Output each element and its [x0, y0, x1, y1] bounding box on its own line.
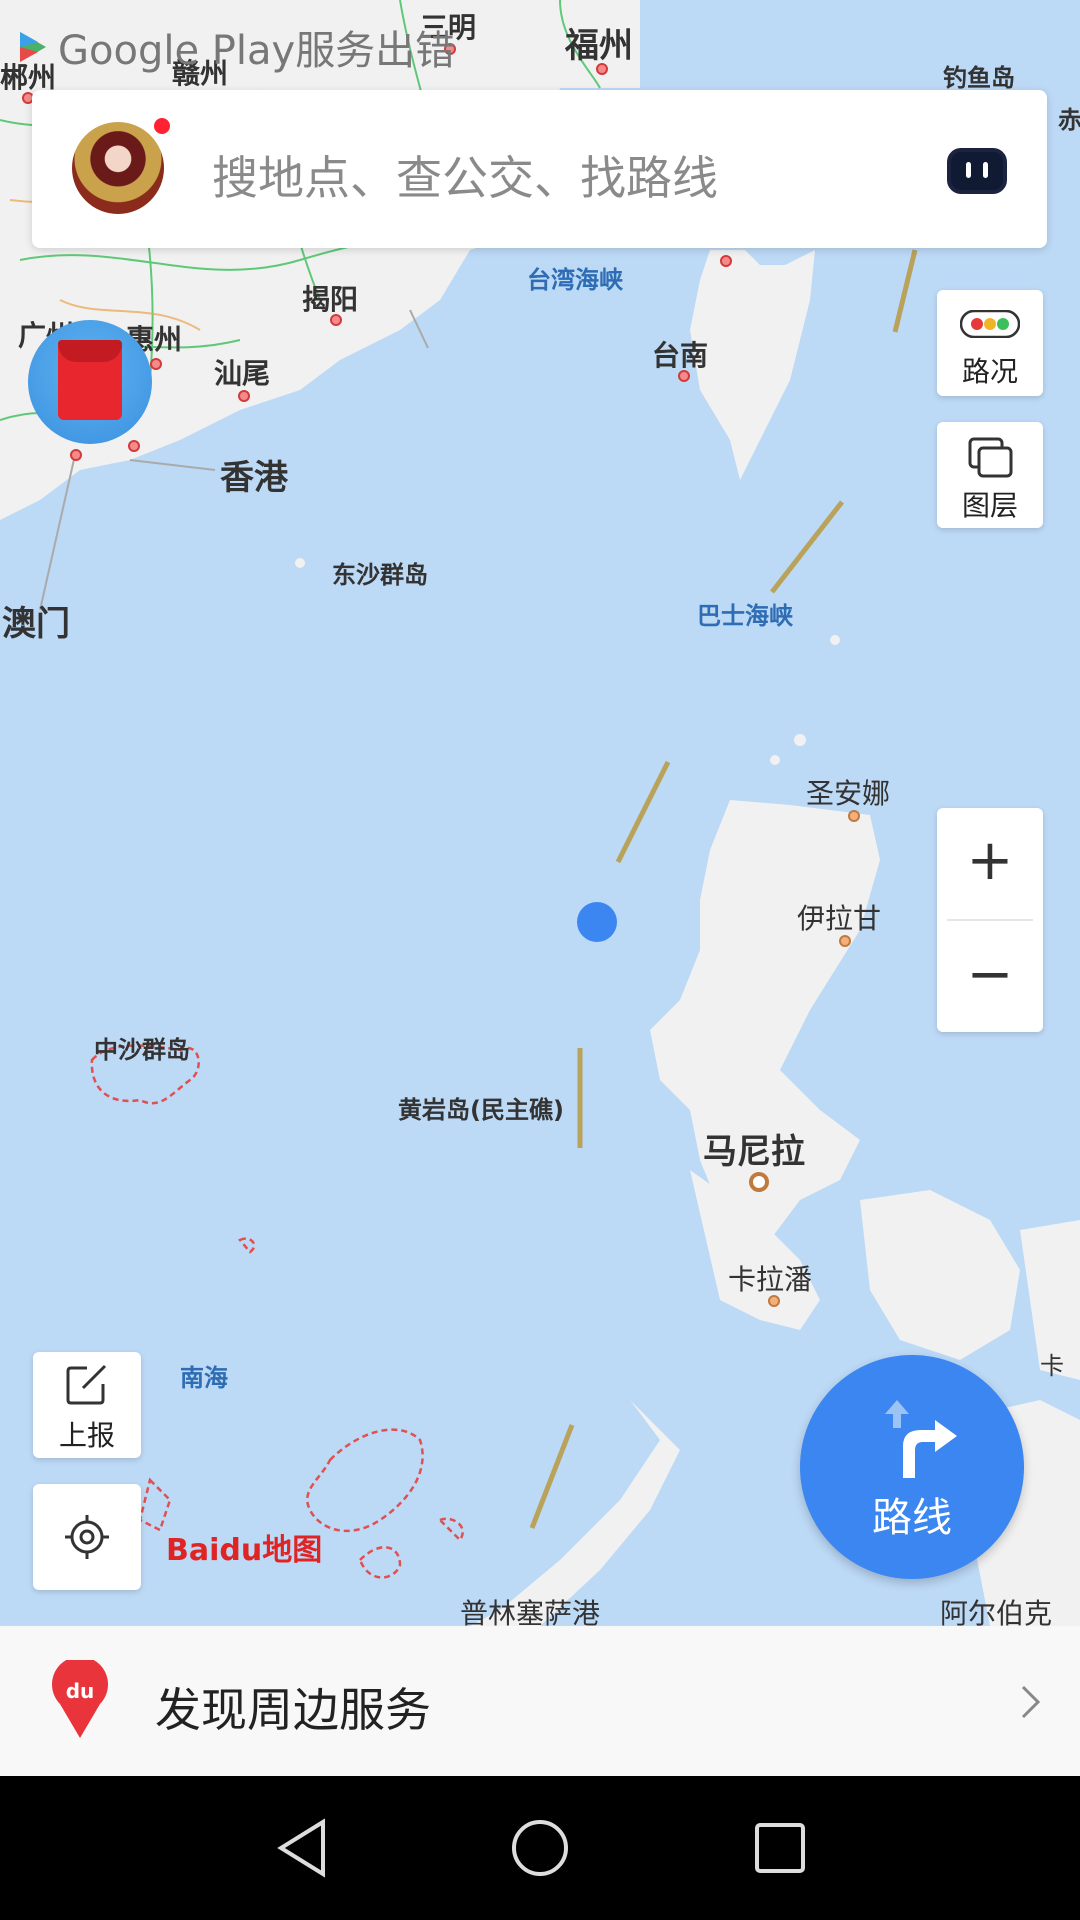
map-label: 卡 — [1040, 1352, 1064, 1380]
map-label: 马尼拉 — [703, 1132, 805, 1172]
layers-label: 图层 — [961, 489, 1018, 522]
sea-label: 巴士海峡 — [697, 602, 793, 630]
map-label: 台南 — [652, 339, 709, 372]
system-nav-bar — [0, 1776, 1080, 1920]
route-label: 路线 — [872, 1495, 952, 1541]
search-placeholder[interactable]: 搜地点、查公交、找路线 — [212, 142, 718, 208]
report-button[interactable]: 上报 — [33, 1352, 141, 1458]
traffic-button[interactable]: 路况 — [937, 290, 1043, 396]
du-location-pin-icon: du — [52, 1660, 108, 1738]
red-envelope-float[interactable] — [28, 320, 152, 444]
map-label: 伊拉甘 — [797, 902, 882, 935]
traffic-label: 路况 — [961, 355, 1018, 388]
search-bar[interactable]: 搜地点、查公交、找路线 — [32, 90, 1047, 248]
back-icon[interactable] — [275, 1818, 329, 1878]
edit-icon — [66, 1364, 107, 1405]
map-label: 福州 — [565, 26, 633, 66]
map-label: 揭阳 — [302, 283, 359, 316]
play-store-icon — [20, 32, 46, 62]
sea-label: 南海 — [180, 1364, 228, 1392]
crosshair-icon — [65, 1515, 109, 1559]
layers-button[interactable]: 图层 — [937, 422, 1043, 528]
map-label: 黄岩岛(民主礁) — [398, 1096, 564, 1124]
map-label: 汕尾 — [214, 357, 271, 390]
zoom-out-button[interactable]: − — [937, 942, 1043, 1007]
current-location-marker — [577, 902, 617, 942]
map-label: 东沙群岛 — [332, 561, 428, 589]
city-dot — [70, 449, 82, 461]
robot-assistant-icon[interactable] — [947, 148, 1007, 194]
map-label: 香港 — [220, 458, 288, 498]
map-label: 澳门 — [2, 604, 70, 644]
zoom-control: + − — [937, 808, 1043, 1032]
city-dot — [720, 255, 732, 267]
user-avatar-icon[interactable] — [72, 122, 164, 214]
zoom-in-button[interactable]: + — [937, 828, 1043, 893]
nearby-services-panel[interactable]: du 发现周边服务 — [0, 1626, 1080, 1776]
baidu-map-logo: Baidu地图 — [166, 1533, 323, 1568]
city-dot — [150, 358, 162, 370]
notification-text: Google Play服务出错 — [58, 28, 456, 74]
map-label: 阿尔伯克 — [940, 1597, 1053, 1626]
map-label: 普林塞萨港 — [460, 1597, 601, 1626]
map-label: 卡拉潘 — [728, 1263, 813, 1296]
notification-badge — [154, 118, 170, 134]
du-logo-text: du — [66, 1679, 95, 1703]
traffic-light-icon — [960, 310, 1020, 338]
home-icon[interactable] — [510, 1818, 570, 1878]
locate-button[interactable] — [33, 1484, 141, 1590]
map-label: 赤 — [1058, 106, 1080, 134]
recents-icon[interactable] — [754, 1822, 806, 1874]
sea-label: 台湾海峡 — [527, 266, 623, 294]
manila-dot — [749, 1172, 769, 1192]
status-notification: Google Play服务出错 — [18, 18, 455, 76]
city-dot — [128, 440, 140, 452]
map-label: 圣安娜 — [806, 777, 891, 810]
report-label: 上报 — [58, 1419, 115, 1452]
nearby-services-label: 发现周边服务 — [155, 1683, 431, 1737]
map-canvas[interactable]: 郴州 赣州 三明 福州 钓鱼岛 赤 揭阳 广州 惠州 汕尾 香港 台湾海峡 台南… — [0, 0, 1080, 1626]
map-label: 中沙群岛 — [94, 1036, 190, 1064]
map-label: 钓鱼岛 — [943, 64, 1015, 92]
layers-icon — [968, 437, 1013, 478]
route-button[interactable]: 路线 — [800, 1355, 1024, 1579]
chevron-right-icon — [1021, 1685, 1041, 1719]
route-arrow-icon — [885, 1400, 957, 1478]
